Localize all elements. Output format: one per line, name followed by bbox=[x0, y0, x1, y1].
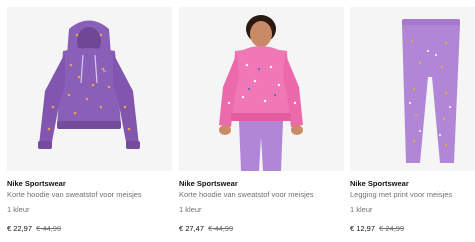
original-price: € 44,99 bbox=[208, 224, 234, 233]
product-title[interactable]: Korte hoodie van sweatstof voor meisjes bbox=[7, 189, 172, 200]
product-grid: ~ Nike Sportswear Korte hoodie van sweat… bbox=[0, 0, 475, 242]
sale-price: € 27,47 bbox=[179, 224, 205, 233]
svg-text:~: ~ bbox=[103, 69, 107, 75]
product-color-count: 1 kleur bbox=[350, 205, 373, 214]
original-price: € 44,99 bbox=[36, 224, 62, 233]
product-card[interactable]: ~ Nike Sportswear Korte hoodie van sweat… bbox=[7, 7, 172, 234]
product-title[interactable]: Korte hoodie van sweatstof voor meisjes bbox=[179, 189, 344, 200]
product-brand[interactable]: Nike Sportswear bbox=[179, 178, 344, 189]
product-image-purple-leggings[interactable] bbox=[350, 7, 475, 171]
product-brand[interactable]: Nike Sportswear bbox=[350, 178, 475, 189]
product-prices: € 12,97 € 24,99 bbox=[350, 223, 475, 234]
product-prices: € 22,97 € 44,99 bbox=[7, 223, 172, 234]
product-brand[interactable]: Nike Sportswear bbox=[7, 178, 172, 189]
product-image-purple-hoodie[interactable]: ~ bbox=[7, 7, 172, 171]
product-color-count: 1 kleur bbox=[7, 205, 30, 214]
sale-price: € 12,97 bbox=[350, 224, 376, 233]
product-title[interactable]: Legging met print voor meisjes bbox=[350, 189, 475, 200]
original-price: € 24,99 bbox=[379, 224, 405, 233]
product-card[interactable]: Nike Sportswear Legging met print voor m… bbox=[350, 7, 475, 234]
product-card[interactable]: Nike Sportswear Korte hoodie van sweatst… bbox=[179, 7, 344, 234]
product-color-count: 1 kleur bbox=[179, 205, 202, 214]
product-image-girl-pink-hoodie[interactable] bbox=[179, 7, 344, 171]
sale-price: € 22,97 bbox=[7, 224, 33, 233]
product-prices: € 27,47 € 44,99 bbox=[179, 223, 344, 234]
